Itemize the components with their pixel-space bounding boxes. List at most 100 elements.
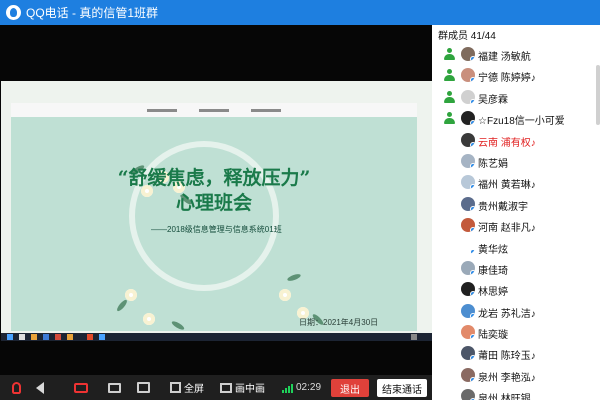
member-row[interactable]: 云南 浦有权♪	[432, 130, 600, 151]
member-row[interactable]: 河南 赵非凡♪	[432, 215, 600, 236]
presentation-icon	[137, 382, 150, 393]
member-row[interactable]: 福建 汤敏航	[432, 44, 600, 65]
slide-subtitle: 心理班会	[175, 192, 252, 214]
member-name: 泉州 李艳泓♪	[478, 372, 536, 384]
slide-title: “舒缓焦虑，释放压力”	[117, 167, 311, 189]
picture-in-picture-icon	[220, 382, 232, 393]
device-status-icon	[470, 355, 475, 361]
device-status-icon	[470, 227, 475, 233]
member-name: 黄华炫	[478, 244, 508, 256]
member-name: 龙岩 苏礼洁♪	[478, 308, 536, 320]
camera-button[interactable]	[74, 375, 88, 400]
member-name: 贵州戴淑宇	[478, 201, 528, 213]
slide-class-line: ——2018级信息管理与信息系统01班	[151, 225, 282, 234]
avatar	[461, 282, 475, 297]
avatar	[461, 260, 475, 275]
speaker-icon	[36, 381, 44, 394]
avatar	[461, 153, 475, 168]
member-row[interactable]: 龙岩 苏礼洁♪	[432, 301, 600, 322]
admin-user-icon	[444, 69, 455, 82]
mic-off-icon	[12, 381, 21, 394]
member-name: 吴彦霖	[478, 94, 508, 106]
presentation-slide: “舒缓焦虑，释放压力” 心理班会 ——2018级信息管理与信息系统01班 日期：…	[11, 103, 417, 331]
member-row[interactable]: 泉州 林旺银	[432, 386, 600, 400]
flower-wreath	[129, 141, 279, 291]
leaf-icon	[115, 298, 129, 313]
member-name: 河南 赵非凡♪	[478, 223, 536, 235]
avatar	[461, 196, 475, 211]
device-status-icon	[470, 291, 475, 297]
avatar	[461, 132, 475, 147]
avatar	[461, 325, 475, 340]
member-name: 陆奕璇	[478, 330, 508, 342]
member-panel: 群成员 41/44 福建 汤敏航 宁德 陈婷婷♪ 吴彦霖 ☆Fzu18信一小可爱云南 …	[432, 25, 600, 400]
fullscreen-icon	[170, 382, 181, 393]
avatar	[461, 89, 475, 104]
leaf-icon	[170, 319, 186, 331]
fullscreen-button[interactable]: 全屏	[170, 375, 204, 400]
device-status-icon	[470, 205, 475, 211]
avatar	[461, 346, 475, 361]
member-row[interactable]: 康佳琦	[432, 258, 600, 279]
mute-mic-button[interactable]	[12, 375, 21, 400]
member-row[interactable]: 陈艺娟	[432, 151, 600, 172]
member-row[interactable]: ☆Fzu18信一小可爱	[432, 108, 600, 129]
avatar	[461, 175, 475, 190]
device-status-icon	[470, 77, 475, 83]
pip-label: 画中画	[235, 384, 265, 395]
exit-button[interactable]: 退出	[331, 379, 369, 397]
slide-date: 日期：2021年4月30日	[299, 318, 379, 327]
device-status-icon	[470, 141, 475, 147]
avatar	[461, 47, 475, 61]
window-titlebar: QQ电话 - 真的信管1班群	[0, 0, 600, 25]
member-name: 莆田 陈玲玉♪	[478, 351, 536, 363]
member-count-header: 群成员 41/44	[438, 31, 496, 42]
slide-toolbar	[11, 103, 417, 117]
member-row[interactable]: 泉州 李艳泓♪	[432, 365, 600, 386]
speaker-button[interactable]	[36, 375, 44, 400]
member-name: ☆Fzu18信一小可爱	[478, 116, 565, 128]
flower-icon	[143, 313, 155, 325]
admin-user-icon	[444, 112, 455, 125]
admin-user-icon	[444, 90, 455, 104]
camera-off-icon	[74, 382, 88, 393]
device-status-icon	[470, 98, 475, 104]
end-call-button[interactable]: 结束通话	[377, 379, 427, 397]
screen-share-icon	[108, 382, 121, 393]
member-name: 康佳琦	[478, 265, 508, 277]
member-name: 福州 黄若琳♪	[478, 180, 536, 192]
member-name: 福建 汤敏航	[478, 52, 531, 63]
video-area[interactable]: “舒缓焦虑，释放压力” 心理班会 ——2018级信息管理与信息系统01班 日期：…	[0, 25, 432, 375]
member-list-scrollbar[interactable]	[596, 65, 600, 125]
whiteboard-button[interactable]	[137, 375, 150, 400]
pip-button[interactable]: 画中画	[220, 375, 265, 400]
member-row[interactable]: 贵州戴淑宇	[432, 194, 600, 215]
member-name: 陈艺娟	[478, 158, 508, 170]
device-status-icon	[470, 184, 475, 190]
avatar	[461, 239, 475, 254]
flower-icon	[279, 289, 291, 301]
member-name: 泉州 林旺银	[478, 394, 531, 400]
avatar	[461, 303, 475, 318]
member-row[interactable]: 陆奕璇	[432, 322, 600, 343]
device-status-icon	[470, 312, 475, 318]
member-list: 福建 汤敏航 宁德 陈婷婷♪ 吴彦霖 ☆Fzu18信一小可爱云南 浦有权♪ 陈艺娟福州 …	[432, 44, 600, 400]
member-row[interactable]: 宁德 陈婷婷♪	[432, 65, 600, 86]
fullscreen-label: 全屏	[184, 384, 204, 395]
member-row[interactable]: 福州 黄若琳♪	[432, 172, 600, 193]
call-control-bar: 全屏 画中画 02:29 退出 结束通话	[0, 375, 432, 400]
share-screen-button[interactable]	[108, 375, 121, 400]
avatar	[461, 218, 475, 233]
shared-screen: “舒缓焦虑，释放压力” 心理班会 ——2018级信息管理与信息系统01班 日期：…	[1, 81, 432, 341]
device-status-icon	[470, 162, 475, 168]
member-row[interactable]: 黄华炫	[432, 237, 600, 258]
shared-taskbar	[1, 333, 432, 341]
member-row[interactable]: 莆田 陈玲玉♪	[432, 343, 600, 364]
flower-icon	[125, 289, 137, 301]
member-name: 宁德 陈婷婷♪	[478, 73, 536, 85]
member-row[interactable]: 吴彦霖	[432, 87, 600, 108]
avatar	[461, 68, 475, 83]
window-title: QQ电话 - 真的信管1班群	[26, 6, 159, 20]
device-status-icon	[470, 248, 475, 254]
member-row[interactable]: 林思婷	[432, 279, 600, 300]
